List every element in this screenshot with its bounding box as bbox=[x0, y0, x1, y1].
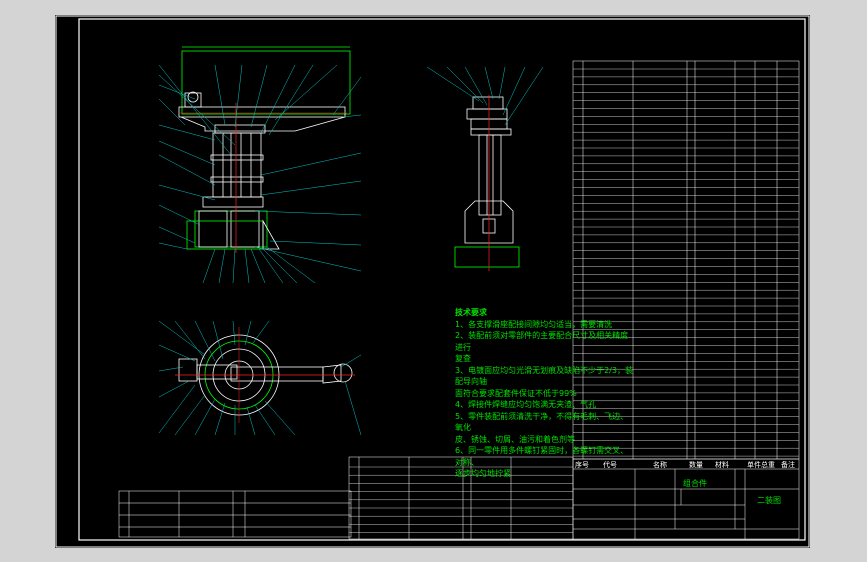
note-line: 皮、锈蚀、切屑、油污和着色剂等 bbox=[455, 434, 575, 444]
assembly-name: 组合件 bbox=[683, 478, 707, 488]
note-line: 2、装配前须对零部件的主要配合尺寸及相关精度进行 bbox=[455, 331, 629, 352]
title-block-header-3: 数量 bbox=[689, 460, 703, 469]
bottom-left-table bbox=[118, 490, 352, 538]
top-view bbox=[175, 327, 355, 423]
title-block-header-2: 名称 bbox=[653, 460, 667, 469]
drawing-number: 二装图 bbox=[757, 495, 781, 505]
cad-drawing: 序号 代号 名称 数量 材料 单件总重 备注 组合件 二装图 bbox=[55, 15, 810, 548]
title-block-header-5: 单件总重 bbox=[747, 460, 775, 469]
note-line: 3、电镀面应均匀光滑无划痕及缺陷不少于2/3，装配导向轴 bbox=[455, 365, 633, 387]
side-view bbox=[454, 95, 520, 271]
note-line: 5、零件装配前须清洗干净，不得有毛刺、飞边、氧化 bbox=[455, 411, 629, 433]
note-line: 4、焊接件焊缝应均匀饱满无夹渣、气孔 bbox=[455, 400, 597, 409]
note-line: 6、同一零件用多件螺钉紧固时，各螺钉需交叉、对称、 bbox=[455, 446, 629, 467]
title-block-header-6: 备注 bbox=[781, 460, 795, 469]
top-view-leaders bbox=[158, 320, 362, 436]
title-block-header-4: 材料 bbox=[715, 460, 729, 469]
note-line: 1、各支撑滑座配接间隙均匀适当，需要清洗 bbox=[455, 319, 613, 329]
note-line: 面符合要求配套件保证不低于99% bbox=[455, 388, 577, 398]
side-view-leaders bbox=[426, 66, 544, 126]
front-view bbox=[178, 46, 351, 253]
note-line: 复查 bbox=[455, 354, 471, 363]
drawing-sheet: 序号 代号 名称 数量 材料 单件总重 备注 组合件 二装图 技术要求 1、各支… bbox=[55, 15, 810, 548]
notes-title: 技术要求 bbox=[455, 308, 487, 317]
technical-requirements: 技术要求 1、各支撑滑座配接间隙均匀适当，需要清洗 2、装配前须对零部件的主要配… bbox=[455, 307, 635, 480]
front-view-leaders bbox=[158, 64, 362, 284]
note-line: 逐步均匀地拧紧 bbox=[455, 469, 511, 478]
